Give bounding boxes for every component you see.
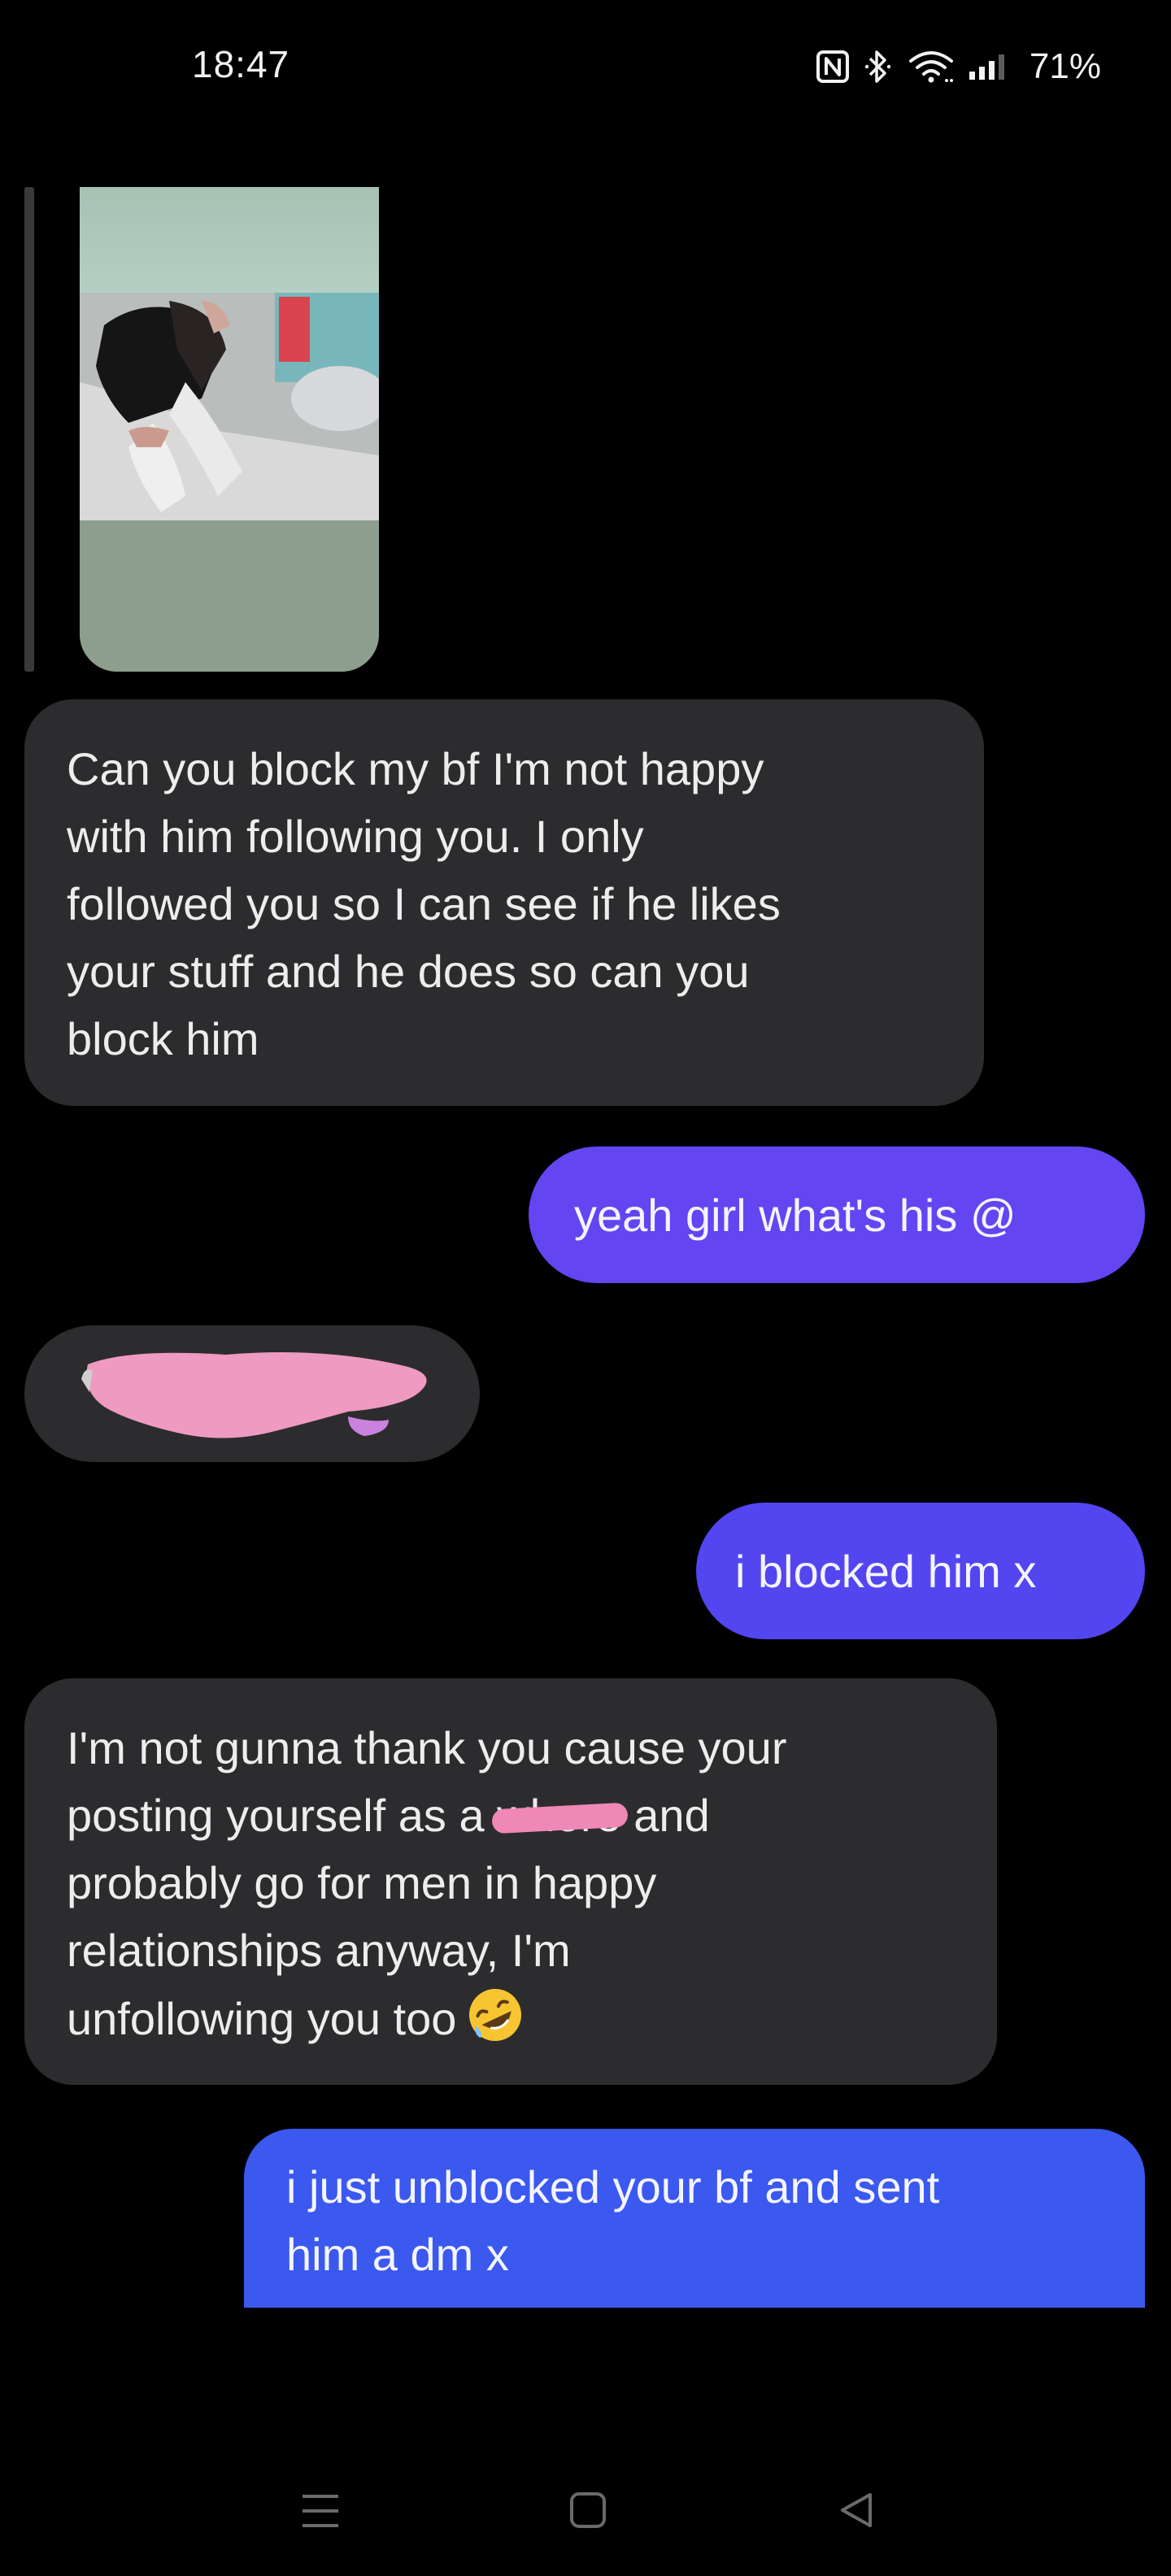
incoming-message[interactable]: I'm not gunna thank you cause your posti… (24, 1678, 997, 2085)
message-text: relationships anyway, I'm (67, 1925, 571, 1976)
message-text: block him (67, 1013, 259, 1064)
nfc-icon (816, 50, 849, 83)
message-text: I'm not gunna thank you cause your (67, 1722, 787, 1773)
outgoing-message[interactable]: i just unblocked your bf and sent him a … (244, 2129, 1145, 2308)
censored-word: whore (491, 1782, 629, 1849)
photo-attachment[interactable] (80, 187, 379, 672)
outgoing-message[interactable]: yeah girl what's his @ (529, 1147, 1145, 1283)
system-navigation-bar (0, 2472, 1171, 2553)
message-text: your stuff and he does so can you (67, 946, 750, 997)
message-text-part: posting yourself as a (67, 1790, 485, 1841)
screenshot-crop-edge (0, 2309, 1171, 2334)
redaction-mark (80, 1342, 446, 1447)
rolling-laughing-emoji-icon (464, 1984, 526, 2046)
message-text: with him following you. I only (67, 811, 644, 862)
message-text: i blocked him x (735, 1545, 1037, 1597)
message-text: unfollowing you too (67, 1984, 955, 2052)
message-text: Can you block my bf I'm not happy (67, 743, 764, 794)
message-text: probably go for men in happy (67, 1857, 657, 1908)
message-text: i just unblocked your bf and sent (286, 2161, 940, 2213)
bluetooth-icon (862, 49, 895, 85)
reply-thread-rail (24, 187, 34, 672)
home-icon[interactable] (569, 2491, 607, 2533)
menu-icon[interactable] (301, 2491, 340, 2535)
back-icon[interactable] (838, 2491, 875, 2533)
incoming-message[interactable]: Can you block my bf I'm not happy with h… (24, 699, 984, 1106)
wifi-icon (908, 50, 955, 84)
battery-percentage: 71% (1029, 46, 1101, 86)
message-text: yeah girl what's his @ (574, 1189, 1016, 1241)
message-text: followed you so I can see if he likes (67, 878, 781, 929)
message-text-part: and (633, 1790, 710, 1841)
message-text: posting yourself as a whore and (67, 1782, 955, 1849)
message-text-part: unfollowing you too (67, 1993, 457, 2044)
signal-icon (968, 52, 1010, 81)
status-icons: 71% (816, 42, 1101, 91)
message-text: him a dm x (286, 2229, 509, 2280)
status-time: 18:47 (192, 43, 290, 85)
outgoing-message[interactable]: i blocked him x (696, 1503, 1145, 1639)
